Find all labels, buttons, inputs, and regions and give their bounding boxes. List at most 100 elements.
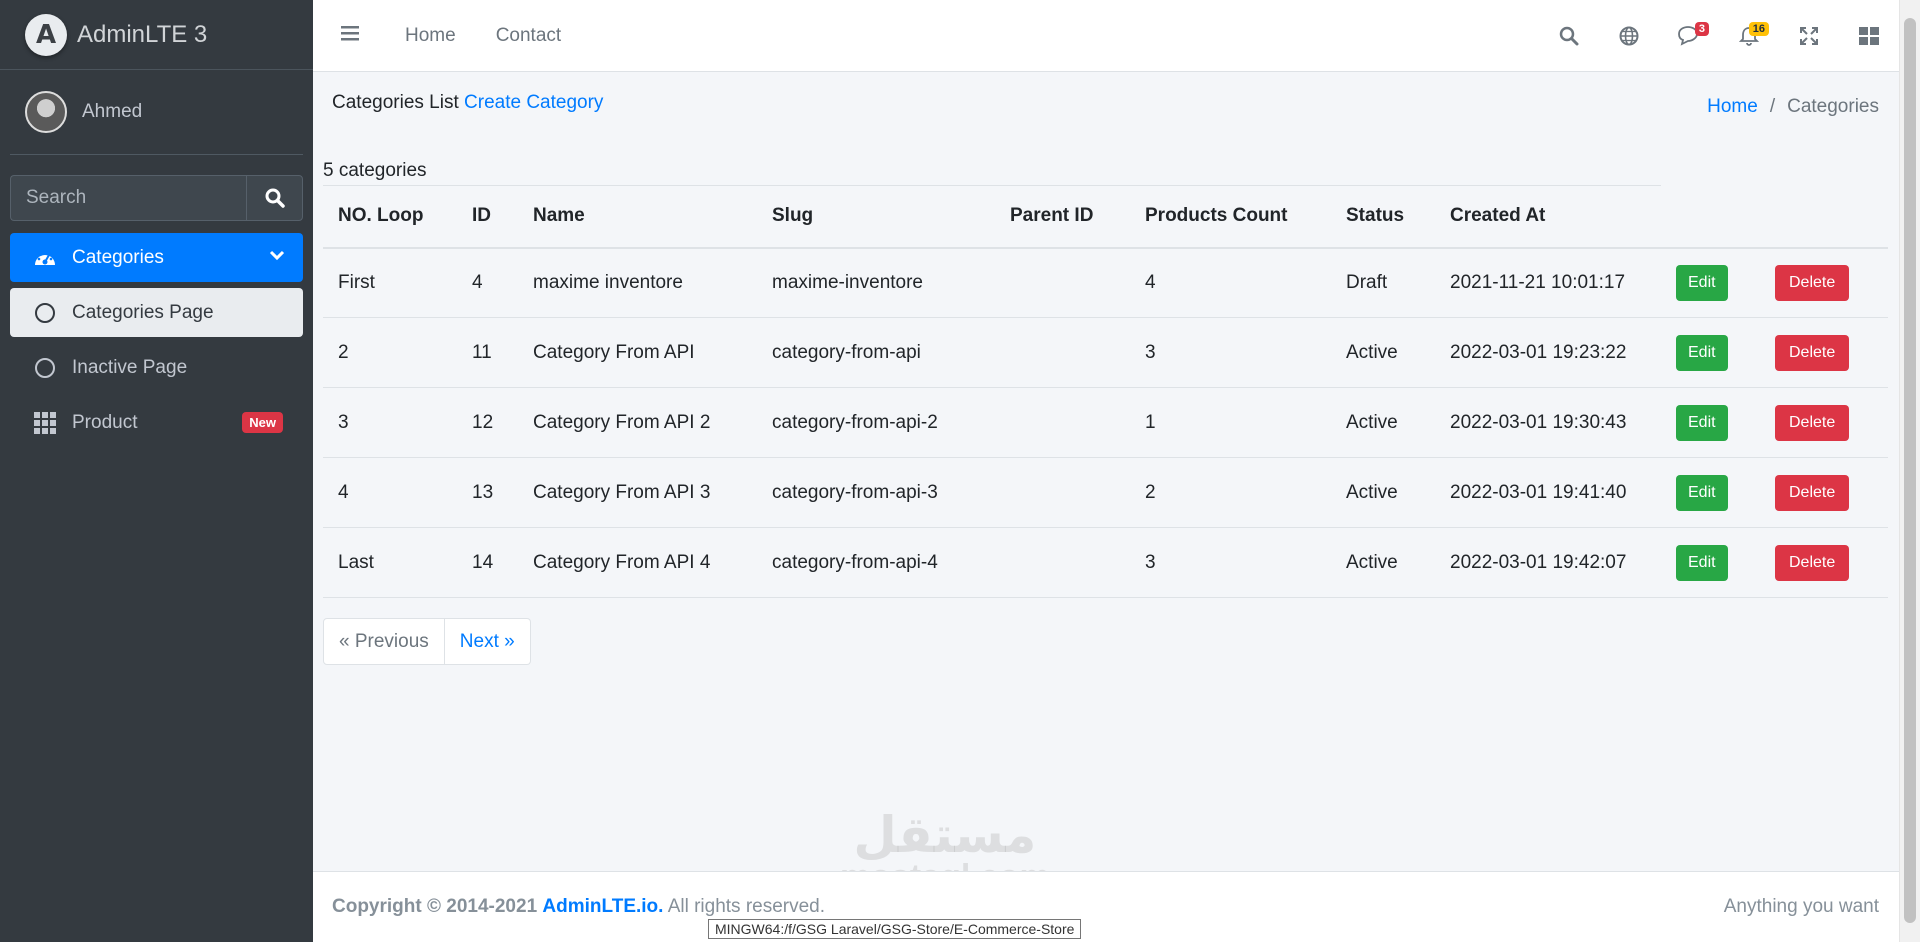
navbar-right: 3 16	[1539, 0, 1899, 72]
cell-name: Category From API	[518, 317, 757, 388]
delete-button[interactable]: Delete	[1775, 334, 1850, 371]
table-row: First 4 maxime inventore maxime-inventore 4 D…	[323, 247, 1888, 318]
cell-loop: 3	[323, 387, 457, 458]
edit-button[interactable]: Edit	[1676, 544, 1728, 581]
sidebar-item-categories-page[interactable]: Categories Page	[10, 288, 303, 337]
cell-name: Category From API 3	[518, 457, 757, 528]
sidebar-item-label: Inactive Page	[72, 356, 188, 378]
sidebar-item-label: Categories Page	[72, 301, 214, 323]
page-title-text: Categories List	[332, 92, 459, 113]
column-header-delete	[1760, 185, 1888, 249]
column-header-created-at: Created At	[1435, 185, 1661, 249]
cell-name: Category From API 2	[518, 387, 757, 458]
column-header-parent-id: Parent ID	[995, 185, 1130, 249]
cell-parent-id	[995, 457, 1130, 528]
footer-right-text: Anything you want	[1723, 896, 1879, 917]
cell-name: maxime inventore	[518, 247, 757, 318]
main-footer: Copyright © 2014-2021 AdminLTE.io. All r…	[313, 871, 1899, 942]
cell-loop: First	[323, 247, 457, 318]
user-name[interactable]: Ahmed	[82, 101, 142, 123]
breadcrumb-current: Categories	[1787, 96, 1879, 117]
categories-count: 5 categories	[323, 160, 427, 181]
sidebar-search-input[interactable]: Search	[10, 175, 246, 221]
cell-status: Active	[1331, 457, 1435, 528]
taskbar-tooltip: MINGW64:/f/GSG Laravel/GSG-Store/E-Comme…	[708, 919, 1082, 939]
edit-button[interactable]: Edit	[1676, 474, 1728, 511]
sidebar-item-inactive-page[interactable]: Inactive Page	[10, 343, 303, 392]
cell-status: Active	[1331, 527, 1435, 598]
delete-button[interactable]: Delete	[1775, 544, 1850, 581]
cell-products-count: 1	[1130, 387, 1331, 458]
chevron-down-icon	[269, 250, 285, 261]
cell-name: Category From API 4	[518, 527, 757, 598]
expand-icon	[1800, 27, 1818, 45]
cell-parent-id	[995, 317, 1130, 388]
language-button[interactable]	[1599, 0, 1659, 72]
user-panel[interactable]: Ahmed	[10, 70, 303, 155]
scrollbar-thumb[interactable]	[1904, 18, 1916, 923]
main-sidebar: A AdminLTE 3 Ahmed Search Categories Cat…	[0, 0, 313, 942]
previous-page-button[interactable]: « Previous	[323, 618, 445, 665]
sidebar-item-product[interactable]: Product New	[10, 398, 303, 447]
messages-button[interactable]: 3	[1659, 0, 1719, 72]
cell-loop: 2	[323, 317, 457, 388]
cell-id: 13	[457, 457, 518, 528]
cell-slug: category-from-api-2	[757, 387, 995, 458]
navbar-search-button[interactable]	[1539, 0, 1599, 72]
delete-button[interactable]: Delete	[1775, 474, 1850, 511]
cell-parent-id	[995, 247, 1130, 318]
cell-slug: category-from-api	[757, 317, 995, 388]
notifications-button[interactable]: 16	[1719, 0, 1779, 72]
copyright-text: Copyright © 2014-2021 AdminLTE.io. All r…	[332, 896, 825, 918]
edit-button[interactable]: Edit	[1676, 404, 1728, 441]
menu-toggle-button[interactable]	[341, 25, 365, 47]
avatar	[25, 91, 67, 133]
cell-slug: category-from-api-4	[757, 527, 995, 598]
sidebar-search-button[interactable]	[246, 175, 303, 221]
copyright-prefix: Copyright © 2014-2021	[332, 896, 538, 917]
sidebar-search: Search	[10, 175, 303, 221]
cell-status: Draft	[1331, 247, 1435, 318]
cell-parent-id	[995, 527, 1130, 598]
nav-link-contact[interactable]: Contact	[496, 25, 561, 47]
globe-icon	[1619, 26, 1639, 46]
cell-loop: 4	[323, 457, 457, 528]
cell-products-count: 4	[1130, 247, 1331, 318]
column-header-loop: NO. Loop	[323, 185, 457, 249]
grid-icon	[32, 410, 58, 436]
column-header-status: Status	[1331, 185, 1435, 249]
brand-text: AdminLTE 3	[77, 20, 208, 48]
cell-status: Active	[1331, 387, 1435, 458]
pagination: « Previous Next »	[323, 618, 531, 665]
delete-button[interactable]: Delete	[1775, 264, 1850, 301]
nav-link-home[interactable]: Home	[405, 25, 456, 47]
edit-button[interactable]: Edit	[1676, 264, 1728, 301]
adminlte-link[interactable]: AdminLTE.io.	[542, 896, 663, 917]
top-navbar: Home Contact 3 16	[313, 0, 1899, 72]
breadcrumb-home[interactable]: Home	[1707, 96, 1758, 118]
control-sidebar-button[interactable]	[1839, 0, 1899, 72]
th-large-icon	[1859, 27, 1879, 45]
cell-parent-id	[995, 387, 1130, 458]
brand-logo: A	[25, 13, 67, 56]
tachometer-icon	[32, 245, 58, 271]
table-row: 2 11 Category From API category-from-api 3 Ac…	[323, 317, 1888, 388]
column-header-edit	[1661, 185, 1760, 249]
cell-slug: category-from-api-3	[757, 457, 995, 528]
next-page-button[interactable]: Next »	[444, 618, 531, 665]
delete-button[interactable]: Delete	[1775, 404, 1850, 441]
notifications-count-badge: 16	[1748, 22, 1769, 36]
fullscreen-button[interactable]	[1779, 0, 1839, 72]
copyright-suffix: All rights reserved.	[667, 896, 826, 917]
page-scrollbar[interactable]	[1899, 0, 1920, 942]
column-header-name: Name	[518, 185, 757, 249]
sidebar-item-categories[interactable]: Categories	[10, 233, 303, 282]
create-category-link[interactable]: Create Category	[464, 92, 603, 113]
table-row: 3 12 Category From API 2 category-from-api-…	[323, 387, 1888, 458]
edit-button[interactable]: Edit	[1676, 334, 1728, 371]
cell-created-at: 2021-11-21 10:01:17	[1435, 247, 1661, 318]
cell-id: 4	[457, 247, 518, 318]
sidebar-item-label: Categories	[72, 246, 164, 268]
cell-status: Active	[1331, 317, 1435, 388]
brand-link[interactable]: A AdminLTE 3	[0, 0, 313, 70]
